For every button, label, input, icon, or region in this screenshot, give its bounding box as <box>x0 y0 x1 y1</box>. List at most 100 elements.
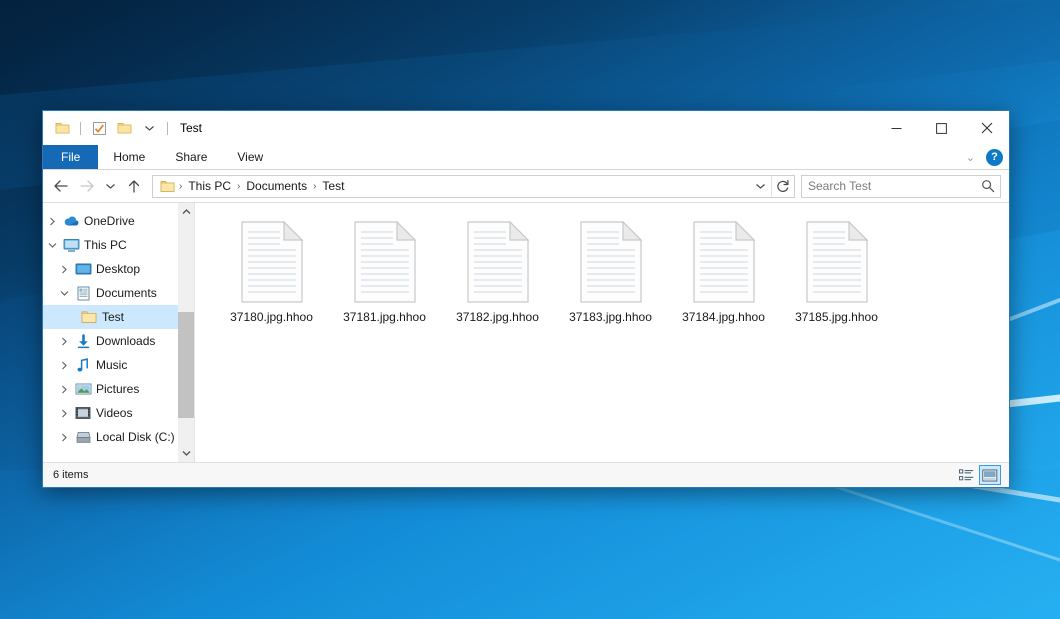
tab-home[interactable]: Home <box>98 145 160 169</box>
back-button[interactable] <box>49 174 73 198</box>
details-view-button[interactable] <box>955 465 977 485</box>
chevron-down-icon[interactable]: ⌄ <box>963 151 978 164</box>
generic-document-icon <box>238 221 306 303</box>
sidebar-item-label: Test <box>99 310 124 324</box>
address-bar-row: › This PC › Documents › Test <box>43 170 1009 202</box>
maximize-button[interactable] <box>919 111 964 145</box>
chevron-right-icon[interactable] <box>55 337 73 346</box>
sidebar-item-desktop[interactable]: Desktop <box>43 257 194 281</box>
tab-file[interactable]: File <box>43 145 98 169</box>
title-bar: Test <box>43 111 1009 145</box>
folder-icon[interactable] <box>52 117 72 139</box>
recent-locations-button[interactable] <box>101 174 120 198</box>
new-folder-icon[interactable] <box>114 117 134 139</box>
search-box[interactable] <box>801 175 1001 198</box>
address-bar[interactable]: › This PC › Documents › Test <box>152 175 795 198</box>
chevron-right-icon[interactable] <box>55 361 73 370</box>
file-list-view[interactable]: 37180.jpg.hhoo 37181.jpg.hhoo <box>195 203 1009 462</box>
up-button[interactable] <box>122 174 146 198</box>
forward-button[interactable] <box>75 174 99 198</box>
scrollbar-thumb[interactable] <box>178 312 194 418</box>
qat-separator-1 <box>80 122 81 135</box>
generic-document-icon <box>690 221 758 303</box>
help-icon[interactable]: ? <box>986 149 1003 166</box>
breadcrumb-test[interactable]: Test <box>318 177 348 195</box>
file-item[interactable]: 37183.jpg.hhoo <box>554 217 667 324</box>
chevron-right-icon[interactable] <box>43 217 61 226</box>
sidebar-item-local-disk-c[interactable]: Local Disk (C:) <box>43 425 194 449</box>
sidebar-item-onedrive[interactable]: OneDrive <box>43 209 194 233</box>
sidebar-item-downloads[interactable]: Downloads <box>43 329 194 353</box>
desktop-icon <box>73 262 93 276</box>
file-item[interactable]: 37184.jpg.hhoo <box>667 217 780 324</box>
large-icons-view-button[interactable] <box>979 465 1001 485</box>
generic-document-icon <box>351 221 419 303</box>
file-name-label: 37185.jpg.hhoo <box>795 310 878 324</box>
monitor-icon <box>61 238 81 252</box>
file-item[interactable]: 37180.jpg.hhoo <box>215 217 328 324</box>
scrollbar-track[interactable] <box>178 220 194 445</box>
breadcrumb-documents[interactable]: Documents <box>242 177 311 195</box>
sidebar-item-test[interactable]: Test <box>43 305 194 329</box>
generic-document-icon <box>803 221 871 303</box>
harddisk-icon <box>73 430 93 444</box>
file-explorer-window: Test File Home Share View ⌄ ? <box>42 110 1010 488</box>
address-dropdown-icon[interactable] <box>749 176 771 197</box>
status-bar: 6 items <box>43 462 1009 487</box>
file-name-label: 37180.jpg.hhoo <box>230 310 313 324</box>
sidebar-item-label: Pictures <box>93 382 139 396</box>
sidebar-item-this-pc[interactable]: This PC <box>43 233 194 257</box>
breadcrumb-separator[interactable]: › <box>236 181 241 192</box>
tab-view[interactable]: View <box>222 145 278 169</box>
chevron-right-icon[interactable] <box>55 265 73 274</box>
window-controls <box>874 111 1009 145</box>
sidebar-item-label: Local Disk (C:) <box>93 430 175 444</box>
sidebar-item-documents[interactable]: Documents <box>43 281 194 305</box>
scroll-down-icon[interactable] <box>178 445 194 462</box>
search-input[interactable] <box>802 179 976 193</box>
file-item[interactable]: 37181.jpg.hhoo <box>328 217 441 324</box>
scroll-up-icon[interactable] <box>178 203 194 220</box>
sidebar-item-label: This PC <box>81 238 127 252</box>
sidebar-item-videos[interactable]: Videos <box>43 401 194 425</box>
breadcrumb-separator[interactable]: › <box>312 181 317 192</box>
breadcrumb: › This PC › Documents › Test <box>153 177 749 195</box>
properties-icon[interactable] <box>89 117 109 139</box>
chevron-down-icon[interactable] <box>43 242 61 249</box>
view-toggle-group <box>955 463 1001 487</box>
search-icon[interactable] <box>976 179 1000 193</box>
sidebar-item-label: Desktop <box>93 262 140 276</box>
downloads-icon <box>73 334 93 349</box>
breadcrumb-separator[interactable]: › <box>178 181 183 192</box>
qat-separator-2 <box>167 122 168 135</box>
item-count-label: 6 items <box>53 469 88 481</box>
chevron-right-icon[interactable] <box>55 385 73 394</box>
sidebar-item-label: OneDrive <box>81 214 135 228</box>
chevron-right-icon[interactable] <box>55 409 73 418</box>
sidebar-item-label: Music <box>93 358 127 372</box>
breadcrumb-this-pc[interactable]: This PC <box>184 177 235 195</box>
file-item[interactable]: 37182.jpg.hhoo <box>441 217 554 324</box>
sidebar-item-label: Documents <box>93 286 157 300</box>
customize-chevron-icon[interactable] <box>139 117 159 139</box>
minimize-button[interactable] <box>874 111 919 145</box>
file-name-label: 37182.jpg.hhoo <box>456 310 539 324</box>
sidebar-item-pictures[interactable]: Pictures <box>43 377 194 401</box>
file-name-label: 37184.jpg.hhoo <box>682 310 765 324</box>
breadcrumb-folder-icon[interactable] <box>158 180 177 193</box>
generic-document-icon <box>577 221 645 303</box>
tab-share[interactable]: Share <box>160 145 222 169</box>
explorer-body: OneDrive This PC <box>43 202 1009 462</box>
music-icon <box>73 358 93 373</box>
file-item[interactable]: 37185.jpg.hhoo <box>780 217 893 324</box>
close-button[interactable] <box>964 111 1009 145</box>
sidebar-item-label: Videos <box>93 406 132 420</box>
refresh-icon[interactable] <box>772 176 794 197</box>
chevron-right-icon[interactable] <box>55 433 73 442</box>
chevron-down-icon[interactable] <box>55 290 73 297</box>
generic-document-icon <box>464 221 532 303</box>
sidebar-item-music[interactable]: Music <box>43 353 194 377</box>
videos-icon <box>73 406 93 420</box>
navigation-pane: OneDrive This PC <box>43 203 195 462</box>
navigation-scrollbar[interactable] <box>178 203 194 462</box>
